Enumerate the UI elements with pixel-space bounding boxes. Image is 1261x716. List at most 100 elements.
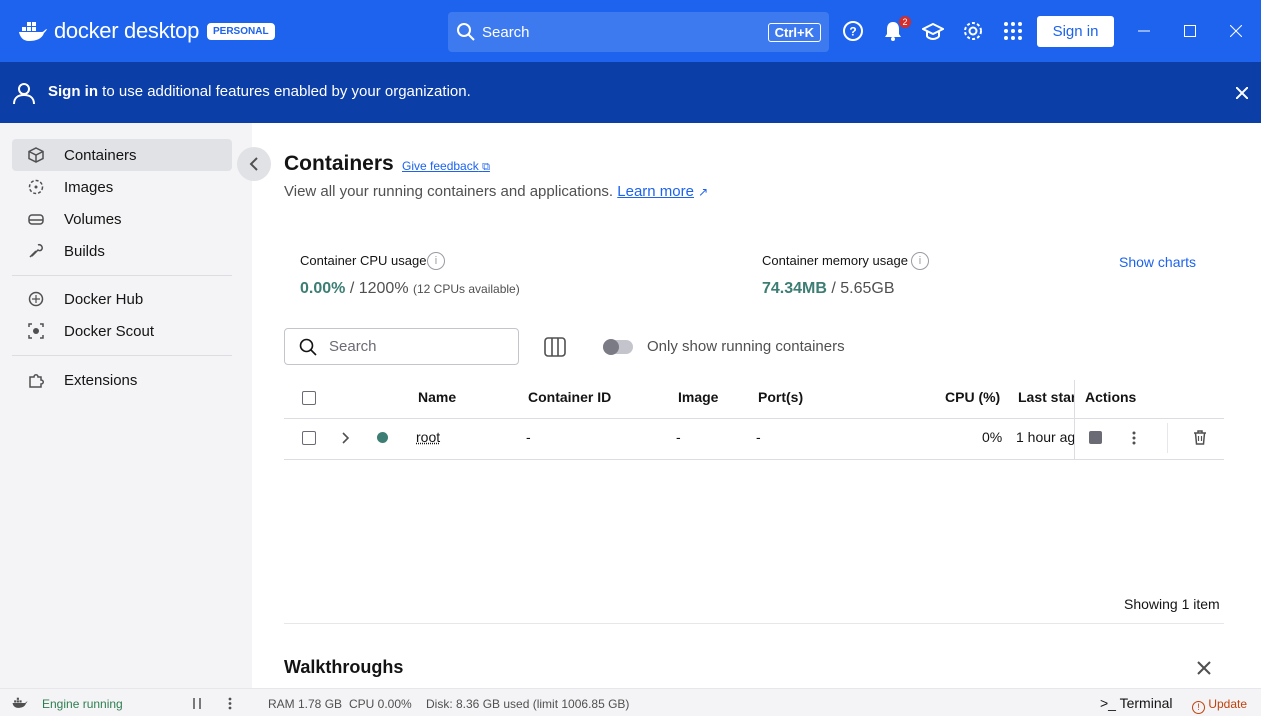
update-label: Update: [1208, 697, 1248, 711]
title-bar: docker desktop PERSONAL Search Ctrl+K ? …: [0, 0, 1261, 62]
builds-wrench-icon: [24, 243, 48, 259]
sidebar-item-label: Images: [64, 178, 114, 196]
delete-trash-icon[interactable]: [1193, 430, 1207, 445]
ports-cell: -: [756, 429, 761, 445]
running-only-label: Only show running containers: [647, 338, 845, 355]
search-icon: [457, 23, 475, 41]
close-walkthroughs-icon[interactable]: [1197, 661, 1211, 675]
banner-signin-link[interactable]: Sign in: [48, 83, 98, 100]
cpu-usage-label: Container CPU usage: [300, 253, 427, 268]
column-header-name[interactable]: Name: [418, 389, 456, 405]
sidebar-divider: [12, 275, 232, 276]
sidebar-item-docker-hub[interactable]: Docker Hub: [12, 283, 232, 315]
info-icon[interactable]: i: [911, 252, 929, 270]
help-icon[interactable]: ?: [841, 19, 865, 43]
showing-count: Showing 1 item: [1124, 596, 1220, 612]
user-icon: [13, 83, 35, 105]
container-search-input[interactable]: Search: [284, 328, 519, 365]
search-placeholder: Search: [329, 338, 377, 355]
info-icon[interactable]: i: [427, 252, 445, 270]
actions-column-divider: [1074, 380, 1075, 460]
learning-center-icon[interactable]: [921, 19, 945, 43]
sidebar-item-extensions[interactable]: Extensions: [12, 364, 232, 396]
table-header-divider: [284, 418, 1224, 419]
pause-icon[interactable]: [192, 698, 202, 709]
settings-gear-icon[interactable]: [961, 19, 985, 43]
banner-text: to use additional features enabled by yo…: [102, 83, 471, 100]
cpu-usage-value: 0.00% / 1200% (12 CPUs available): [300, 280, 520, 298]
sidebar-item-docker-scout[interactable]: Docker Scout: [12, 315, 232, 347]
collapse-sidebar-button[interactable]: [237, 147, 271, 181]
stop-icon[interactable]: [1089, 431, 1102, 444]
subtitle-text: View all your running containers and app…: [284, 183, 614, 200]
sign-in-button[interactable]: Sign in: [1037, 16, 1114, 47]
learn-more-link[interactable]: Learn more: [617, 183, 694, 200]
extensions-grid-icon[interactable]: [1001, 19, 1025, 43]
docker-whale-icon: [19, 22, 47, 41]
docker-logo: docker desktop PERSONAL: [18, 18, 275, 44]
cpu-note: (12 CPUs available): [413, 282, 520, 296]
image-cell: -: [676, 429, 681, 445]
global-search[interactable]: Search Ctrl+K: [448, 12, 829, 52]
column-header-image[interactable]: Image: [678, 389, 718, 405]
banner-message: Sign in to use additional features enabl…: [48, 83, 471, 100]
show-charts-button[interactable]: Show charts: [1119, 254, 1196, 270]
close-window-icon[interactable]: [1225, 20, 1247, 42]
update-warning-icon: !: [1192, 701, 1205, 714]
memory-usage-label: Container memory usage: [762, 253, 908, 268]
notifications-count-badge: 2: [899, 16, 911, 28]
column-header-cpu[interactable]: CPU (%): [945, 389, 1000, 405]
table-row-divider: [284, 459, 1224, 460]
actions-separator: [1167, 423, 1168, 453]
feedback-icon: ⧉: [482, 161, 490, 173]
disk-usage: Disk: 8.36 GB used (limit 1006.85 GB): [426, 697, 630, 711]
column-header-container-id[interactable]: Container ID: [528, 389, 611, 405]
sidebar-item-images[interactable]: Images: [12, 171, 232, 203]
sidebar-item-label: Builds: [64, 242, 105, 260]
row-checkbox[interactable]: [302, 431, 316, 445]
extensions-puzzle-icon: [24, 372, 48, 388]
more-options-icon[interactable]: [1132, 431, 1136, 445]
toggle-knob: [603, 339, 619, 355]
volumes-drive-icon: [24, 211, 48, 227]
search-icon: [299, 338, 317, 356]
running-only-toggle[interactable]: [603, 339, 633, 355]
app-title: docker desktop: [54, 18, 199, 43]
global-search-label: Search: [482, 23, 530, 41]
give-feedback-label: Give feedback: [402, 159, 479, 173]
sidebar-item-label: Containers: [64, 146, 137, 164]
images-icon: [24, 179, 48, 195]
sidebar-item-builds[interactable]: Builds: [12, 235, 232, 267]
column-header-ports[interactable]: Port(s): [758, 389, 803, 405]
select-all-checkbox[interactable]: [302, 391, 316, 405]
walkthroughs-title: Walkthroughs: [284, 657, 404, 677]
maximize-icon[interactable]: [1179, 20, 1201, 42]
container-name-link[interactable]: root: [416, 429, 440, 445]
memory-used: 74.34MB: [762, 280, 827, 297]
update-button[interactable]: ! Update: [1192, 697, 1247, 714]
chevron-right-icon[interactable]: [341, 432, 351, 444]
page-title: Containers: [284, 152, 394, 175]
memory-usage-value: 74.34MB / 5.65GB: [762, 280, 895, 298]
sidebar-divider: [12, 355, 232, 356]
engine-menu-icon[interactable]: [228, 697, 232, 710]
sidebar-item-label: Volumes: [64, 210, 122, 228]
sidebar-item-volumes[interactable]: Volumes: [12, 203, 232, 235]
columns-icon[interactable]: [543, 335, 567, 359]
sidebar-item-containers[interactable]: Containers: [12, 139, 232, 171]
give-feedback-link[interactable]: Give feedback ⧉: [402, 159, 490, 174]
page-subtitle: View all your running containers and app…: [284, 183, 708, 200]
minimize-icon[interactable]: [1133, 20, 1155, 42]
terminal-icon: >_: [1100, 695, 1116, 711]
search-shortcut: Ctrl+K: [767, 22, 821, 42]
cpu-used: 0.00%: [300, 280, 346, 297]
sidebar-item-label: Docker Scout: [64, 322, 155, 340]
chevron-left-icon: [249, 157, 258, 171]
docker-scout-icon: [24, 323, 48, 339]
svg-text:?: ?: [849, 25, 856, 39]
terminal-button[interactable]: >_ Terminal: [1100, 695, 1173, 711]
column-header-last-started[interactable]: Last star: [1018, 389, 1074, 405]
walkthroughs-divider: [284, 623, 1224, 624]
close-banner-icon[interactable]: [1236, 87, 1248, 99]
sidebar: Containers Images Volumes Builds Docker …: [0, 123, 252, 688]
